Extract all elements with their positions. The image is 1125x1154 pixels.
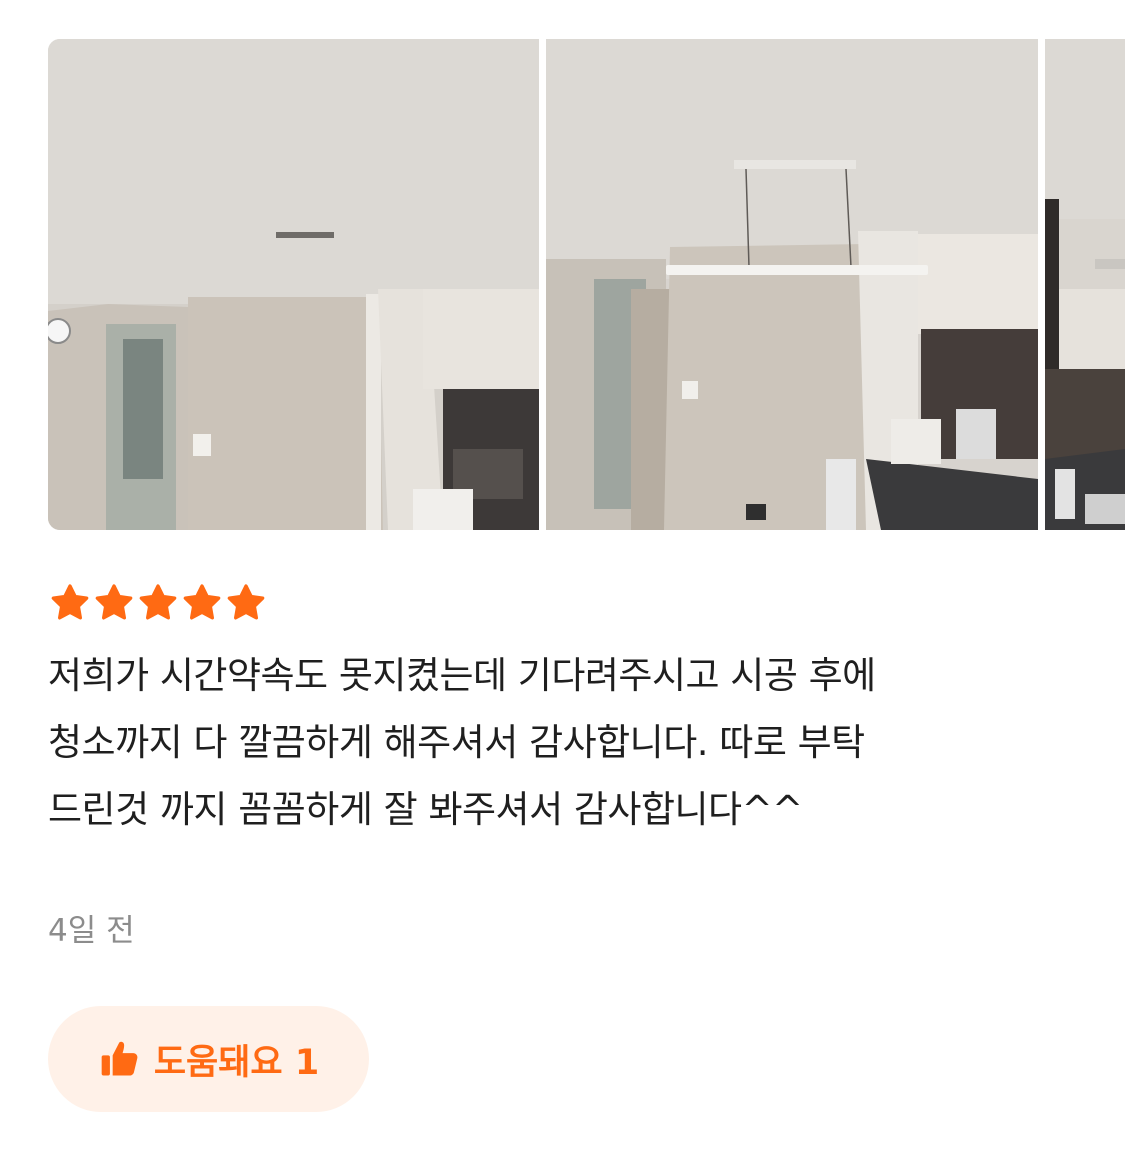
review-photo-1[interactable] [48,39,539,530]
review-photo-3[interactable] [1045,39,1125,530]
review-photo-gallery[interactable] [48,39,1125,530]
review-line: 드린것 까지 꼼꼼하게 잘 봐주셔서 감사합니다^^ [48,788,803,831]
review-line: 저희가 시간약속도 못지켰는데 기다려주시고 시공 후에 [48,654,876,697]
review-text: 저희가 시간약속도 못지켰는데 기다려주시고 시공 후에 청소까지 다 깔끔하게… [48,642,1088,843]
star-icon [139,584,177,620]
helpful-button[interactable]: 도움돼요 1 [48,1006,369,1112]
star-rating [50,583,266,623]
review-timestamp: 4일 전 [48,913,135,949]
review-line: 청소까지 다 깔끔하게 해주셔서 감사합니다. 따로 부탁 [48,721,865,764]
review-photo-2[interactable] [546,39,1038,530]
thumbs-up-icon [101,1041,138,1076]
star-icon [95,584,133,620]
helpful-label: 도움돼요 1 [153,1042,320,1083]
star-icon [183,584,221,620]
star-icon [227,584,265,620]
star-icon [51,584,89,620]
